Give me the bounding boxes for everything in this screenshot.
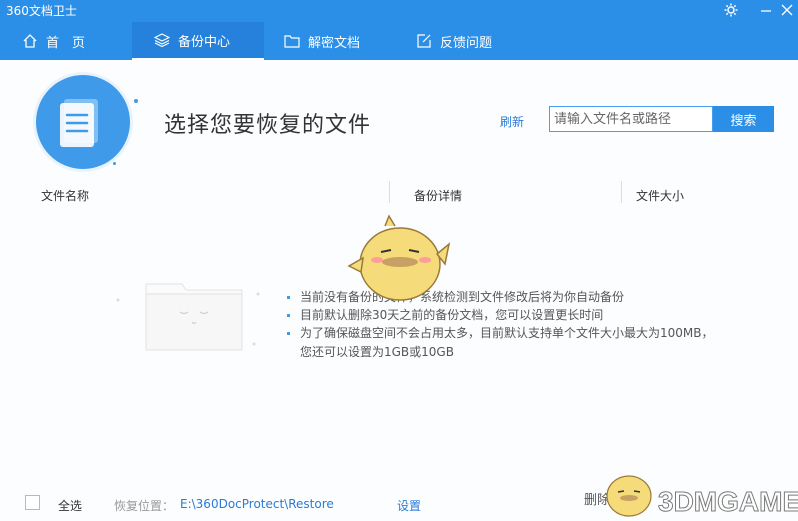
restore-location-label: 恢复位置：	[114, 499, 175, 513]
app-title: 360文档卫士	[6, 4, 77, 18]
tab-feedback-label: 反馈问题	[440, 35, 493, 51]
bullet	[287, 332, 290, 335]
settings-gear-icon[interactable]	[720, 0, 742, 21]
tab-home[interactable]: 首 页	[14, 22, 122, 60]
tab-backup-center-label: 备份中心	[178, 34, 231, 50]
orbit-dot	[113, 162, 116, 165]
watermark-chick-icon	[606, 475, 652, 517]
column-header-backup-details[interactable]: 备份详情	[414, 187, 462, 204]
watermark-text: 3DMGAME	[657, 486, 798, 518]
home-icon	[23, 34, 37, 48]
edit-icon	[417, 34, 431, 48]
folder-icon	[284, 35, 300, 48]
tab-decrypt-docs-label: 解密文档	[308, 35, 361, 51]
document-backup-icon	[36, 75, 130, 169]
layers-icon	[154, 33, 170, 48]
bullet	[287, 296, 290, 299]
settings-link[interactable]: 设置	[397, 497, 421, 514]
select-all-checkbox[interactable]	[25, 495, 40, 510]
tab-feedback[interactable]: 反馈问题	[416, 22, 526, 60]
orbit-dot	[134, 99, 138, 103]
empty-state-line: 为了确保磁盘空间不会占用太多，目前默认支持单个文件大小最大为100MB，	[300, 326, 714, 340]
close-icon[interactable]	[776, 0, 798, 20]
empty-folder-icon	[116, 283, 260, 351]
column-header-file-size[interactable]: 文件大小	[636, 187, 684, 204]
page-title: 选择您要恢复的文件	[164, 113, 372, 138]
search-button[interactable]: 搜索	[713, 106, 774, 132]
minimize-icon[interactable]	[755, 0, 777, 21]
bullet	[287, 314, 290, 317]
tab-decrypt-docs[interactable]: 解密文档	[284, 22, 394, 60]
chick-mascot-image	[347, 214, 451, 301]
refresh-link[interactable]: 刷新	[500, 113, 524, 130]
empty-state-line: 您还可以设置为1GB或10GB	[300, 345, 454, 359]
search-input[interactable]	[549, 106, 713, 132]
title-bar: 360文档卫士 首 页 备份中心 解密文档 反馈问题	[0, 0, 798, 60]
tab-home-label: 首 页	[46, 35, 86, 51]
select-all-label[interactable]: 全选	[58, 497, 82, 514]
restore-path-value: E:\360DocProtect\Restore	[180, 497, 334, 511]
empty-state-line: 目前默认删除30天之前的备份文档，您可以设置更长时间	[300, 308, 604, 322]
column-header-file-name[interactable]: 文件名称	[41, 187, 89, 204]
column-divider	[389, 181, 390, 203]
tab-backup-center[interactable]: 备份中心	[132, 22, 264, 60]
column-divider	[621, 181, 622, 203]
